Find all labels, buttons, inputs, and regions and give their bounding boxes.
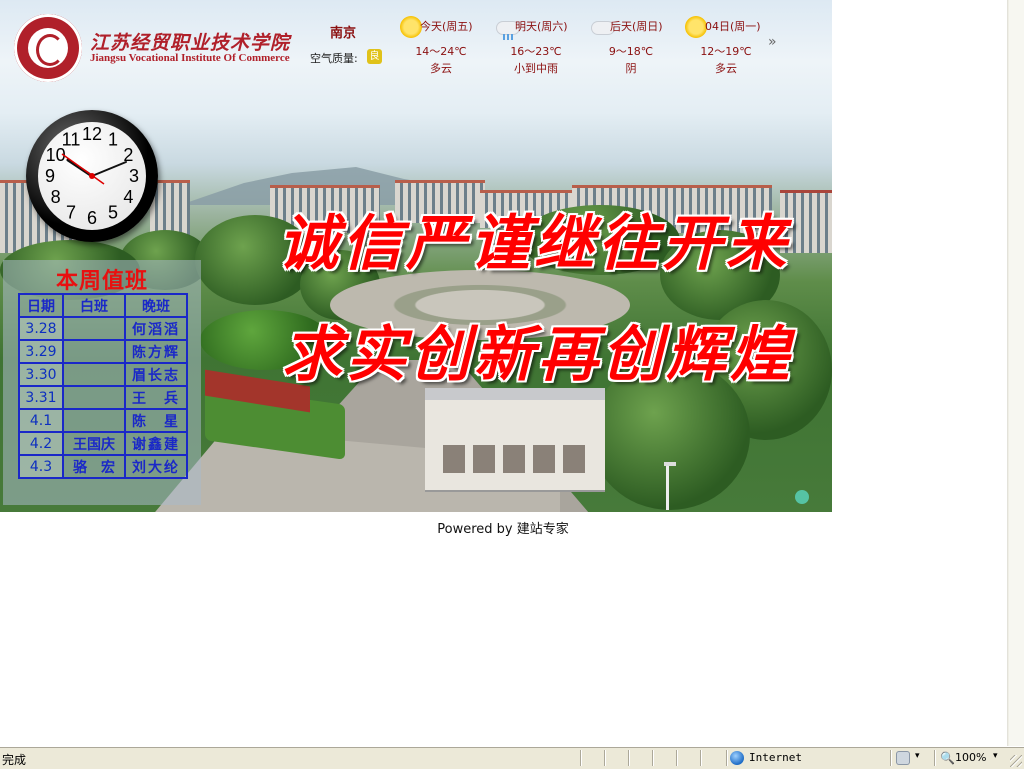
protected-mode-icon[interactable]	[896, 751, 910, 765]
powered-by-text: Powered by	[437, 522, 517, 537]
status-text: 完成	[2, 753, 27, 767]
internet-globe-icon	[730, 751, 744, 765]
duty-day-shift: 王国庆	[62, 431, 126, 456]
duty-day-shift	[62, 339, 126, 364]
table-row: 3.29 陈方辉	[18, 339, 188, 364]
weather-temp: 9～18℃	[608, 45, 654, 58]
clock-numeral: 7	[66, 202, 76, 222]
weather-temp: 14～24℃	[415, 45, 467, 58]
table-row: 4.3 骆 宏 刘大纶	[18, 454, 188, 479]
weather-condition: 多云	[430, 62, 452, 75]
duty-night-shift: 王 兵	[124, 385, 188, 410]
browser-status-bar: 完成 Internet ▾ 🔍 100% ▾	[0, 746, 1024, 769]
duty-night-shift: 何滔滔	[124, 316, 188, 341]
duty-day-shift	[62, 362, 126, 387]
school-logo[interactable]	[14, 14, 82, 82]
resize-grip-icon[interactable]	[1010, 755, 1022, 767]
powered-by-footer: Powered by 建站专家	[0, 518, 1006, 537]
duty-night-shift: 眉长志	[124, 362, 188, 387]
campus-banner: 江苏经贸职业技术学院 Jiangsu Vocational Institute …	[0, 0, 832, 512]
column-header-night-shift: 晚班	[124, 293, 188, 318]
duty-date: 4.2	[18, 431, 64, 456]
zoom-level[interactable]: 100%	[955, 751, 986, 764]
table-row: 3.31 王 兵	[18, 385, 188, 410]
clock-second-hand	[61, 153, 105, 185]
analog-clock: 12 1 2 3 4 5 6 7 8 9 10 11	[26, 110, 158, 242]
duty-day-shift	[62, 408, 126, 433]
duty-date: 3.28	[18, 316, 64, 341]
weather-day-label: 后天(周日)	[610, 20, 663, 33]
weather-condition: 阴	[625, 62, 637, 75]
weather-day-label: 04日(周一)	[705, 20, 761, 33]
street-lamp	[666, 465, 669, 510]
duty-night-shift: 刘大纶	[124, 454, 188, 479]
duty-roster-title: 本周值班	[55, 269, 148, 294]
security-zone-label: Internet	[749, 751, 802, 764]
weather-widget[interactable]: 南京 空气质量: 良 今天(周五) 14～24℃ 多云 明天(周六) 16～23…	[300, 12, 800, 80]
weather-condition: 小到中雨	[514, 62, 558, 75]
duty-date: 4.1	[18, 408, 64, 433]
slogan-line-2: 求实创新再创辉煌	[282, 320, 794, 390]
clock-numeral: 11	[62, 130, 81, 150]
duty-roster-panel: 本周值班 日期 白班 晚班 3.28 何滔滔 3.29 陈方辉 3.30 眉长志	[3, 260, 201, 505]
gatehouse	[425, 388, 605, 490]
duty-day-shift	[62, 385, 126, 410]
clock-numeral: 5	[108, 202, 118, 222]
vertical-scrollbar[interactable]	[1007, 0, 1024, 746]
duty-day-shift	[62, 316, 126, 341]
column-header-date: 日期	[18, 293, 64, 318]
clock-numeral: 1	[108, 130, 118, 150]
weather-more-arrow-icon[interactable]: »	[768, 34, 777, 50]
clock-numeral: 12	[82, 124, 102, 144]
school-name-cn: 江苏经贸职业技术学院	[90, 32, 291, 54]
duty-date: 4.3	[18, 454, 64, 479]
clock-numeral: 3	[129, 166, 139, 186]
chevron-down-icon[interactable]: ▾	[993, 751, 998, 761]
duty-day-shift: 骆 宏	[62, 454, 126, 479]
table-row: 4.1 陈 星	[18, 408, 188, 433]
air-quality-badge: 良	[367, 49, 382, 64]
decorative-kite	[795, 490, 809, 504]
weather-condition: 多云	[715, 62, 737, 75]
chevron-down-icon[interactable]: ▾	[915, 751, 920, 761]
zoom-icon[interactable]: 🔍	[940, 751, 955, 765]
clock-numeral: 8	[51, 187, 61, 207]
clock-dial: 12 1234567891011	[45, 124, 139, 228]
duty-night-shift: 陈 星	[124, 408, 188, 433]
weather-temp: 16～23℃	[510, 45, 562, 58]
column-header-day-shift: 白班	[62, 293, 126, 318]
clock-numeral: 4	[123, 187, 133, 207]
powered-by-link[interactable]: 建站专家	[517, 522, 569, 537]
weather-city: 南京	[330, 26, 357, 41]
clock-numeral: 9	[45, 166, 55, 186]
weather-day-label: 明天(周六)	[515, 20, 568, 33]
duty-night-shift: 谢鑫建	[124, 431, 188, 456]
school-name-en: Jiangsu Vocational Institute Of Commerce	[90, 52, 290, 64]
table-row: 3.30 眉长志	[18, 362, 188, 387]
duty-roster-table: 日期 白班 晚班 3.28 何滔滔 3.29 陈方辉 3.30 眉长志 3.31	[18, 293, 188, 479]
weather-day-label: 今天(周五)	[420, 20, 473, 33]
table-header-row: 日期 白班 晚班	[18, 293, 188, 318]
air-quality-label: 空气质量:	[310, 52, 358, 65]
clock-numeral: 6	[87, 208, 97, 228]
table-row: 4.2 王国庆 谢鑫建	[18, 431, 188, 456]
duty-night-shift: 陈方辉	[124, 339, 188, 364]
duty-date: 3.30	[18, 362, 64, 387]
duty-date: 3.31	[18, 385, 64, 410]
slogan-line-1: 诚信严谨继往开来	[278, 209, 790, 279]
weather-temp: 12～19℃	[700, 45, 752, 58]
table-row: 3.28 何滔滔	[18, 316, 188, 341]
duty-date: 3.29	[18, 339, 64, 364]
clock-minute-hand	[91, 161, 127, 177]
street-lamp-head	[664, 462, 676, 466]
